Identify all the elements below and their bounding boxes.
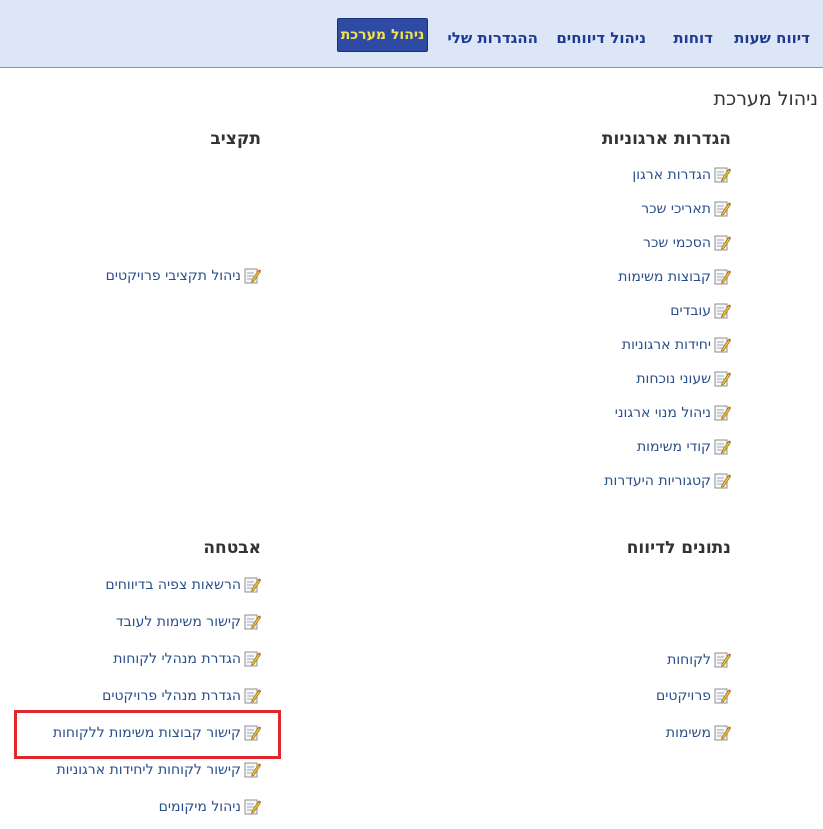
link-locations[interactable]: ניהול מיקומים bbox=[159, 798, 261, 815]
link-org-subscription[interactable]: ניהול מנוי ארגוני bbox=[615, 404, 731, 421]
link-task-groups[interactable]: קבוצות משימות bbox=[618, 268, 731, 285]
link-customer-managers[interactable]: הגדרת מנהלי לקוחות bbox=[113, 650, 261, 667]
link-customers-to-org-units[interactable]: קישור לקוחות ליחידות ארגוניות bbox=[56, 761, 261, 778]
edit-document-icon bbox=[714, 370, 731, 387]
edit-document-icon bbox=[244, 724, 261, 741]
edit-document-icon bbox=[244, 576, 261, 593]
edit-document-icon bbox=[714, 472, 731, 489]
link-salary-dates[interactable]: תאריכי שכר bbox=[641, 200, 731, 217]
edit-document-icon bbox=[244, 761, 261, 778]
nav-hours-report[interactable]: דיווח שעות bbox=[734, 29, 810, 47]
link-org-settings[interactable]: הגדרות ארגון bbox=[632, 166, 731, 183]
section-title-security: אבטחה bbox=[203, 538, 261, 558]
edit-document-icon bbox=[244, 798, 261, 815]
top-navigation: דיווח שעות דוחות ניהול דיווחים ההגדרות ש… bbox=[0, 0, 823, 68]
edit-document-icon bbox=[714, 404, 731, 421]
section-title-report-data: נתונים לדיווח bbox=[626, 538, 731, 558]
edit-document-icon bbox=[714, 234, 731, 251]
link-report-view-permissions[interactable]: הרשאות צפיה בדיווחים bbox=[105, 576, 261, 593]
link-projects[interactable]: פרויקטים bbox=[656, 687, 731, 704]
edit-document-icon bbox=[714, 336, 731, 353]
edit-document-icon bbox=[714, 651, 731, 668]
edit-document-icon bbox=[714, 166, 731, 183]
section-title-org-settings: הגדרות ארגוניות bbox=[601, 129, 731, 149]
edit-document-icon bbox=[714, 200, 731, 217]
link-salary-agreements[interactable]: הסכמי שכר bbox=[643, 234, 731, 251]
link-customers[interactable]: לקוחות bbox=[667, 651, 731, 668]
nav-system-admin[interactable]: ניהול מערכת bbox=[337, 18, 428, 52]
edit-document-icon bbox=[244, 650, 261, 667]
link-task-codes[interactable]: קודי משימות bbox=[637, 438, 731, 455]
section-title-budget: תקציב bbox=[210, 129, 261, 149]
nav-reports[interactable]: דוחות bbox=[673, 29, 713, 47]
page-title: ניהול מערכת bbox=[713, 88, 818, 110]
nav-system-admin-label: ניהול מערכת bbox=[340, 27, 425, 43]
link-employees[interactable]: עובדים bbox=[670, 302, 731, 319]
edit-document-icon bbox=[244, 267, 261, 284]
link-tasks-to-employee[interactable]: קישור משימות לעובד bbox=[116, 613, 261, 630]
nav-manage-reports[interactable]: ניהול דיווחים bbox=[556, 29, 646, 47]
edit-document-icon bbox=[714, 438, 731, 455]
link-task-groups-to-customers[interactable]: קישור קבוצות משימות ללקוחות bbox=[53, 724, 261, 741]
link-project-managers[interactable]: הגדרת מנהלי פרויקטים bbox=[102, 687, 261, 704]
link-attendance-clocks[interactable]: שעוני נוכחות bbox=[636, 370, 731, 387]
link-org-units[interactable]: יחידות ארגוניות bbox=[622, 336, 731, 353]
edit-document-icon bbox=[714, 687, 731, 704]
nav-my-settings[interactable]: ההגדרות שלי bbox=[447, 29, 538, 47]
link-absence-categories[interactable]: קטגוריות היעדרות bbox=[604, 472, 731, 489]
edit-document-icon bbox=[714, 268, 731, 285]
edit-document-icon bbox=[244, 687, 261, 704]
edit-document-icon bbox=[714, 724, 731, 741]
link-project-budgets[interactable]: ניהול תקציבי פרויקטים bbox=[106, 267, 261, 284]
edit-document-icon bbox=[244, 613, 261, 630]
link-tasks[interactable]: משימות bbox=[666, 724, 731, 741]
edit-document-icon bbox=[714, 302, 731, 319]
